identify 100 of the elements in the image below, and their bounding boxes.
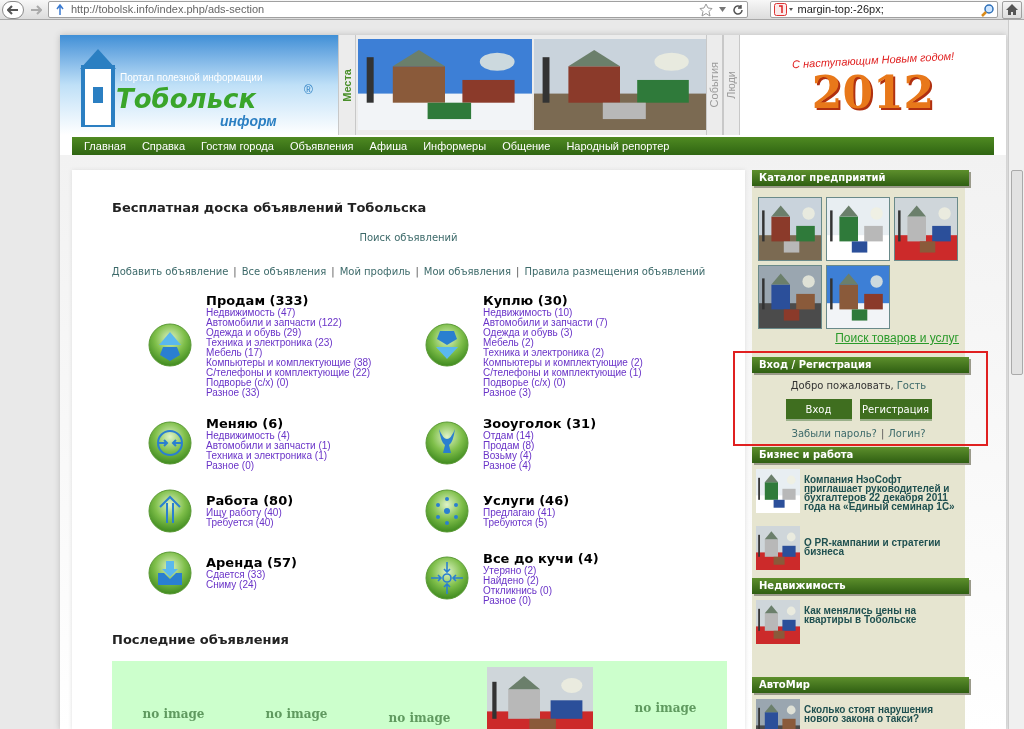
article-link[interactable]: Сколько стоят нарушения нового закона о такси? (804, 705, 961, 723)
subcategory-link[interactable]: С/телефоны и комплектующие (1) (483, 367, 643, 378)
arrows-inward-icon (425, 556, 469, 600)
welcome-text: Добро пожаловать, (790, 379, 894, 393)
nav-link[interactable]: Народный репортер (566, 137, 670, 155)
subcategory-link[interactable]: Техника и электроника (2) (483, 347, 643, 358)
reload-icon[interactable] (732, 3, 745, 16)
guest-link[interactable]: Гость (896, 378, 927, 393)
subcategory-link[interactable]: Техника и электроника (23) (206, 337, 372, 348)
subcategory-link[interactable]: Техника и электроника (1) (206, 450, 331, 461)
subcategory-link[interactable]: Возьму (4) (483, 450, 597, 461)
category-title[interactable]: Куплю (30) (483, 292, 643, 308)
link-separator: | (415, 264, 419, 279)
subcategory-link[interactable]: Автомобили и запчасти (7) (483, 317, 643, 328)
subcategory-link[interactable]: Компьютеры и комплектующие (2) (483, 357, 643, 368)
home-button[interactable] (1002, 0, 1022, 19)
subcategory-link[interactable]: Разное (0) (483, 595, 599, 606)
forward-arrow-icon (29, 4, 42, 15)
subcategory-link[interactable]: Мебель (2) (483, 337, 643, 348)
nav-link[interactable]: Общение (502, 137, 551, 155)
subcategory-link[interactable]: Ищу работу (40) (206, 508, 294, 518)
no-image-label: no image (634, 700, 697, 717)
nav-link[interactable]: Афиша (369, 137, 408, 155)
subcategory-link[interactable]: Разное (3) (483, 387, 643, 398)
board-link[interactable]: Правила размещения объявлений (524, 263, 706, 279)
subcategory-link[interactable]: Одежда и обувь (3) (483, 327, 643, 338)
section-header: Бизнес и работа (752, 447, 969, 463)
search-icon[interactable] (981, 2, 996, 17)
star-icon[interactable] (699, 2, 714, 17)
login-button[interactable]: Вход (785, 399, 852, 419)
subcategory-link[interactable]: Найдено (2) (483, 575, 599, 586)
search-text: margin-top:-26px; (797, 2, 885, 18)
subcategory-link[interactable]: Сдается (33) (206, 570, 297, 580)
category-title[interactable]: Работа (80) (206, 493, 294, 508)
address-field[interactable]: http://tobolsk.info/index.php/ads-section (47, 1, 749, 18)
no-image-label: no image (265, 706, 328, 723)
section-header: Каталог предприятий (752, 170, 969, 186)
subcategory-link[interactable]: Недвижимость (4) (206, 430, 331, 441)
subcategory-link[interactable]: Подворье (с/х) (0) (483, 377, 643, 388)
subcategory-link[interactable]: Требуется (40) (206, 518, 294, 528)
board-link[interactable]: Мои объявления (423, 263, 512, 279)
subcategory-link[interactable]: Откликнись (0) (483, 585, 599, 596)
board-link[interactable]: Добавить объявление (111, 263, 229, 279)
subcategory-link[interactable]: Продам (8) (483, 440, 597, 451)
search-ads-link[interactable]: Поиск объявлений (359, 231, 458, 243)
horns-icon (425, 421, 469, 465)
category-title[interactable]: Продам (333) (206, 292, 372, 308)
link-separator: | (331, 264, 335, 279)
board-link[interactable]: Все объявления (241, 263, 327, 279)
scroll-thumb[interactable] (1010, 170, 1023, 375)
site-icon (54, 3, 65, 16)
nav-link[interactable]: Справка (141, 137, 186, 155)
category-title[interactable]: Все до кучи (4) (483, 550, 599, 566)
subcategory-link[interactable]: Автомобили и запчасти (1) (206, 440, 331, 451)
nav-link[interactable]: Гостям города (201, 137, 274, 155)
arrows-circle-icon (148, 421, 192, 465)
subcategory-link[interactable]: Разное (0) (206, 460, 331, 471)
page-title: Бесплатная доска объявлений Тобольска (112, 199, 428, 217)
subcategory-link[interactable]: Требуются (5) (483, 518, 570, 528)
subcategory-link[interactable]: Разное (4) (483, 460, 597, 471)
section-header: АвтоМир (752, 677, 969, 693)
subcategory-link[interactable]: Отдам (14) (483, 430, 597, 441)
scrollbar[interactable] (1008, 20, 1024, 729)
link-separator: | (880, 427, 885, 441)
subcategory-link[interactable]: Разное (33) (206, 387, 372, 398)
back-button[interactable] (2, 0, 24, 19)
no-image-label: no image (142, 706, 205, 723)
subcategory-link[interactable]: С/телефоны и комплектующие (22) (206, 367, 372, 378)
nav-link[interactable]: Информеры (423, 137, 487, 155)
category-title[interactable]: Зооуголок (31) (483, 415, 597, 431)
section-header: Недвижимость (752, 578, 969, 594)
subcategory-link[interactable]: Компьютеры и комплектующие (38) (206, 357, 372, 368)
category-title[interactable]: Услуги (46) (483, 493, 570, 508)
subcategory-link[interactable]: Сниму (24) (206, 580, 297, 590)
board-link[interactable]: Мой профиль (339, 263, 411, 279)
search-field[interactable]: margin-top:-26px; (770, 1, 999, 18)
search-engine-icon[interactable] (774, 3, 795, 16)
article-link[interactable]: Компания НэоСофт приглашает руководителей и бухгалтеров 22 декабря 2011 года на «Единый семинар 1С» (804, 475, 961, 511)
subcategory-link[interactable]: Недвижимость (47) (206, 307, 372, 318)
no-image-label: no image (388, 710, 451, 727)
subcategory-link[interactable]: Автомобили и запчасти (122) (206, 317, 372, 328)
registered-mark: ® (304, 82, 313, 99)
section-title: Последние объявления (112, 630, 290, 649)
article-link[interactable]: Как менялись цены на квартиры в Тобольске (804, 606, 961, 624)
subcategory-link[interactable]: Мебель (17) (206, 347, 372, 358)
dropdown-icon[interactable] (719, 7, 727, 12)
subcategory-link[interactable]: Одежда и обувь (29) (206, 327, 372, 338)
link-separator: | (233, 264, 237, 279)
subcategory-link[interactable]: Подворье (с/х) (0) (206, 377, 372, 388)
subcategory-link[interactable]: Недвижимость (10) (483, 307, 643, 318)
nav-link[interactable]: Объявления (289, 137, 354, 155)
register-button[interactable]: Регистрация (859, 399, 932, 419)
category-title[interactable]: Аренда (57) (206, 555, 297, 570)
article-link[interactable]: О PR-кампании и стратегии бизнеса (804, 538, 961, 556)
subcategory-link[interactable]: Утеряно (2) (483, 565, 599, 576)
subcategory-link[interactable]: Предлагаю (41) (483, 508, 570, 518)
forgot-login-link[interactable]: Логин? (888, 426, 926, 441)
nav-link[interactable]: Главная (84, 137, 126, 155)
forgot-password-link[interactable]: Забыли пароль? (791, 426, 877, 441)
category-title[interactable]: Меняю (6) (206, 415, 331, 431)
